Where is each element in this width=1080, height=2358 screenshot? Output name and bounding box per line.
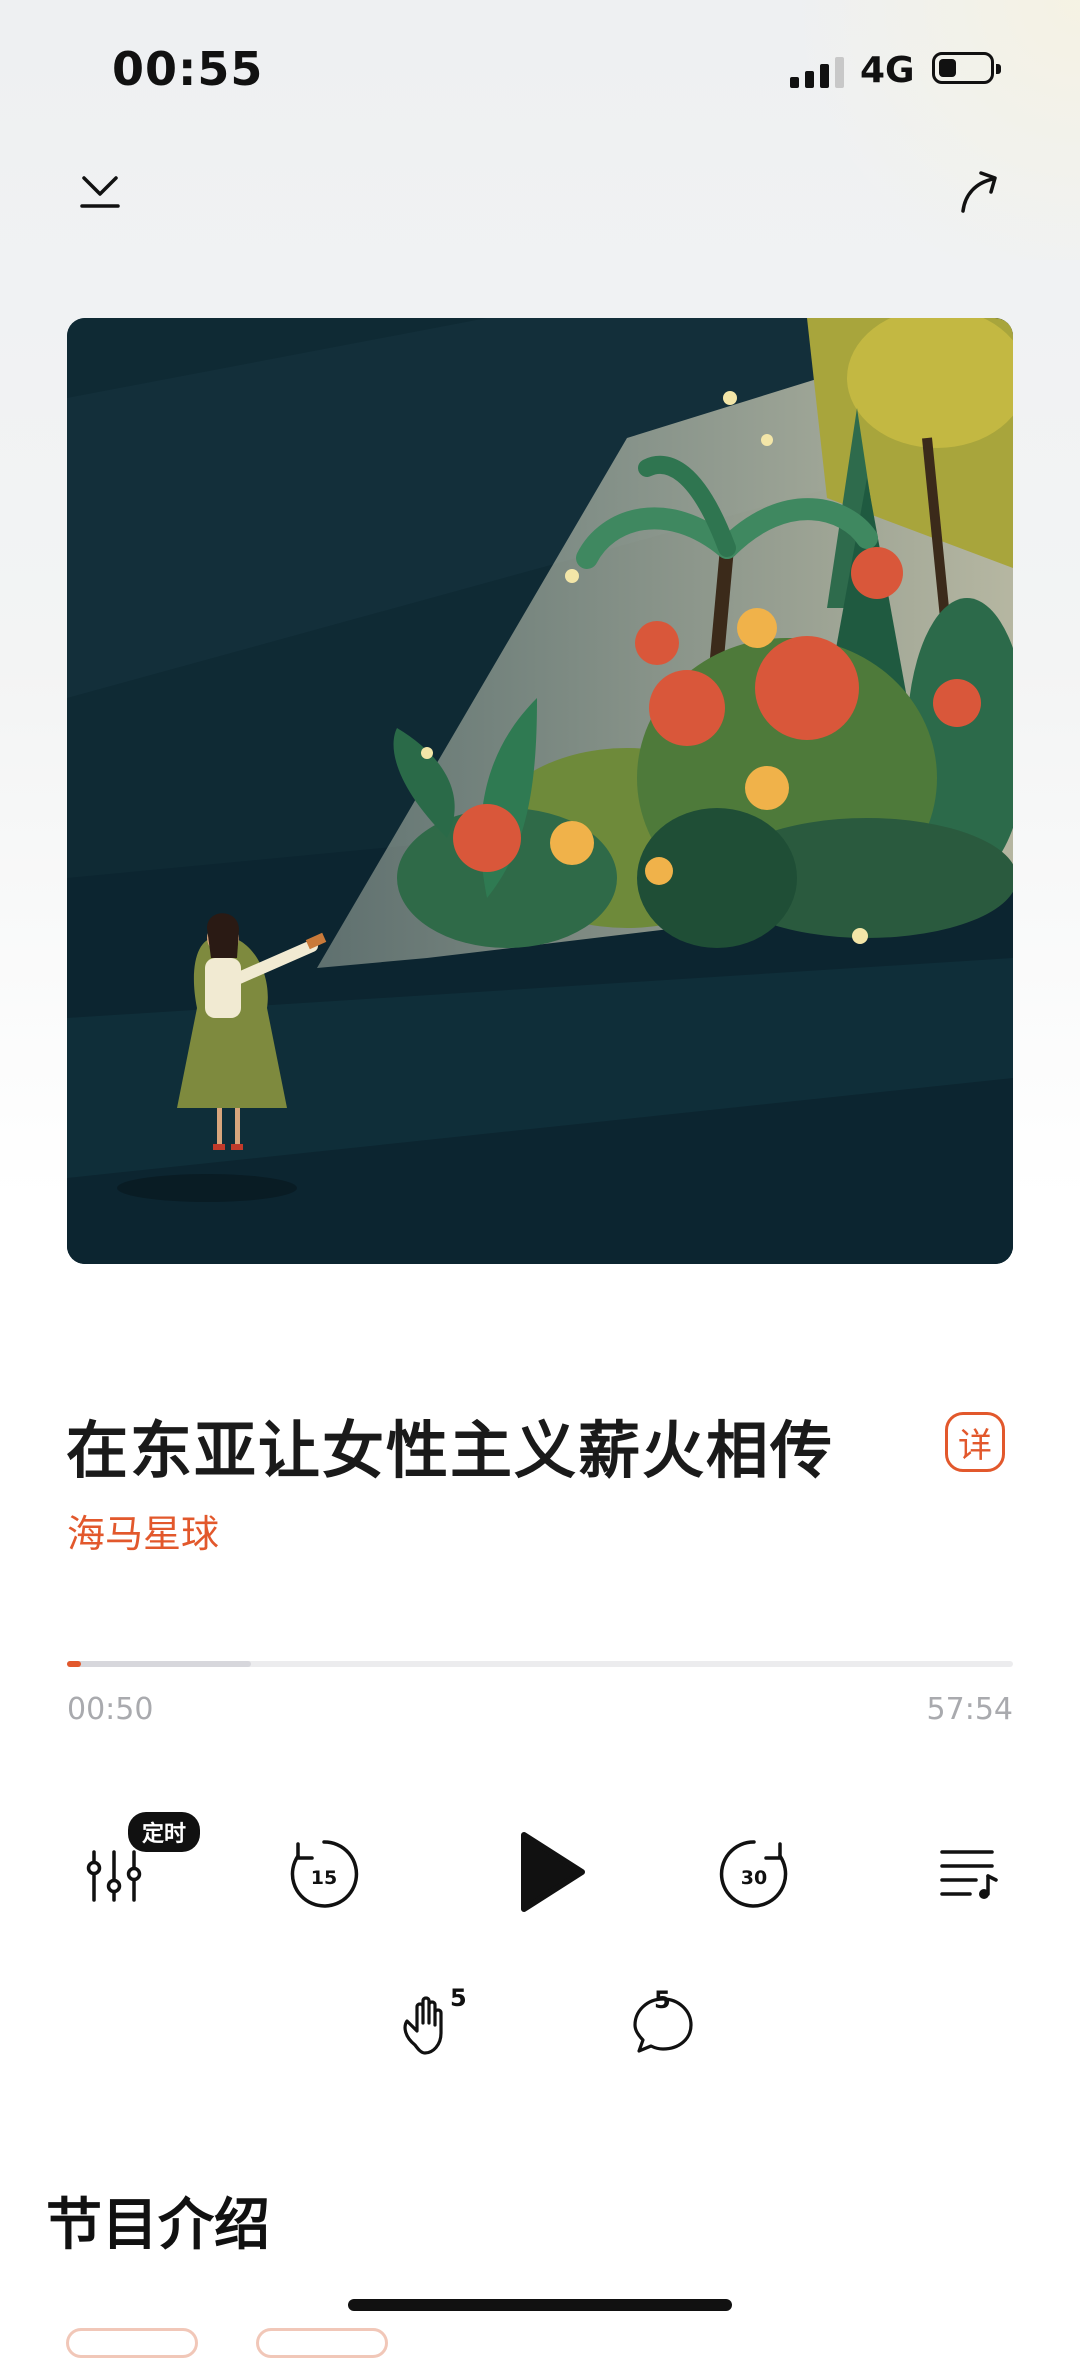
album-cover: [67, 318, 1013, 1264]
play-icon: [521, 1832, 585, 1912]
timer-badge: 定时: [128, 1812, 201, 1852]
progress-slider[interactable]: [67, 1661, 1013, 1667]
comment-button[interactable]: 5: [614, 1982, 714, 2066]
episode-title: 在东亚让女性主义薪火相传: [66, 1414, 835, 1487]
tag-pill[interactable]: [256, 2328, 388, 2358]
play-button[interactable]: [500, 1822, 600, 1922]
playlist-button[interactable]: [932, 1838, 1004, 1910]
equalizer-sliders-icon: [86, 1850, 142, 1902]
status-time: 00:55: [112, 42, 264, 96]
status-bar: 00:55 4G: [0, 0, 1080, 140]
section-title: 节目介绍: [46, 2193, 270, 2258]
rewind-15-button[interactable]: 15: [282, 1832, 366, 1916]
podcast-author-link[interactable]: 海马星球: [67, 1503, 219, 1558]
like-button[interactable]: 5: [380, 1980, 480, 2064]
fast-forward-icon: 30: [719, 1840, 788, 1908]
playlist-icon: [940, 1850, 998, 1899]
rewind-icon: 15: [290, 1840, 359, 1908]
home-indicator: [348, 2299, 732, 2311]
current-time: 00:50: [67, 1692, 154, 1727]
total-time: 57:54: [926, 1692, 1013, 1727]
cover-illustration: [67, 318, 1013, 1264]
tag-pill[interactable]: [66, 2328, 198, 2358]
network-type: 4G: [860, 50, 915, 91]
chevron-down-icon: [80, 176, 120, 208]
forward-30-button[interactable]: 30: [712, 1832, 796, 1916]
progress-buffer: [67, 1661, 251, 1667]
share-arrow-icon: [961, 171, 997, 213]
collapse-button[interactable]: [70, 160, 130, 220]
forward-seconds: 30: [741, 1867, 767, 1889]
signal-icon: [790, 56, 844, 88]
rewind-seconds: 15: [311, 1867, 337, 1889]
share-button[interactable]: [948, 160, 1012, 224]
battery-icon: [932, 52, 1001, 84]
detail-button[interactable]: 详: [945, 1412, 1005, 1472]
progress-played: [67, 1661, 81, 1667]
comment-count: 5: [654, 1986, 671, 2014]
like-count: 5: [450, 1984, 467, 2012]
